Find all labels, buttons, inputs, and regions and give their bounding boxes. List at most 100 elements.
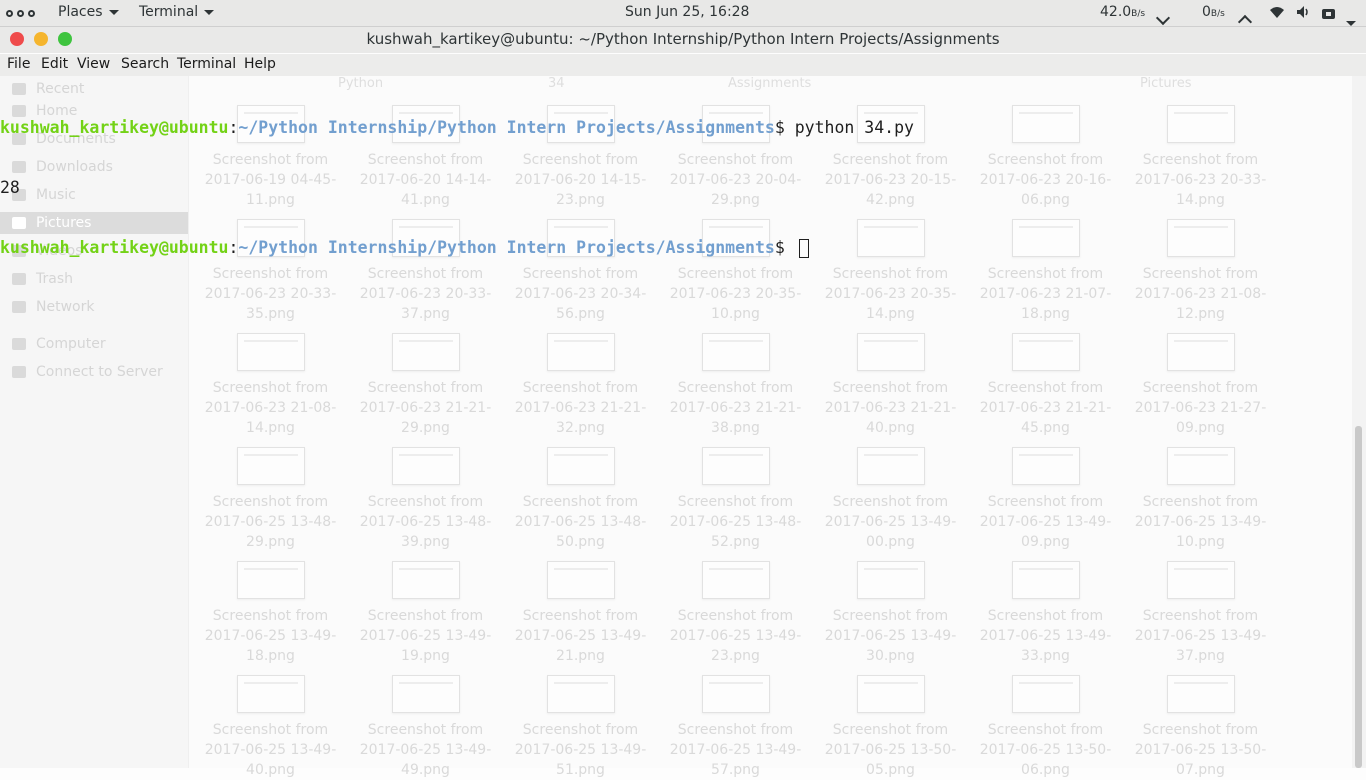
file-item[interactable]: Screenshot from 2017-06-25 13-49- 37.png — [1123, 561, 1278, 666]
file-name-line: Screenshot from — [522, 494, 639, 510]
file-name-line: Screenshot from — [212, 722, 329, 738]
file-thumbnail — [701, 333, 770, 371]
file-thumbnail — [236, 675, 305, 713]
activities-dots-icon[interactable] — [6, 0, 35, 26]
file-item[interactable]: Screenshot from 2017-06-25 13-49- 19.png — [348, 561, 503, 666]
file-thumbnail — [1011, 561, 1080, 599]
file-item[interactable]: Screenshot from 2017-06-25 13-49- 49.png — [348, 675, 503, 780]
menu-edit[interactable]: Edit — [41, 56, 68, 72]
file-name-line: 33.png — [1021, 648, 1070, 664]
net-up-speed: 0B/s — [1202, 0, 1225, 26]
file-item[interactable]: Screenshot from 2017-06-23 20-33- 14.png — [1123, 105, 1278, 210]
file-item[interactable]: Screenshot from 2017-06-25 13-49- 23.png — [658, 561, 813, 666]
file-name-line: Screenshot from — [522, 380, 639, 396]
file-item[interactable]: Screenshot from 2017-06-25 13-49- 30.png — [813, 561, 968, 666]
file-item[interactable]: Screenshot from 2017-06-23 21-21- 45.png — [968, 333, 1123, 438]
file-name-line: 00.png — [866, 534, 915, 550]
menu-help[interactable]: Help — [244, 56, 276, 72]
file-name-line: 30.png — [866, 648, 915, 664]
file-item[interactable]: Screenshot from 2017-06-23 21-21- 38.png — [658, 333, 813, 438]
file-item[interactable]: Screenshot from 2017-06-25 13-49- 10.png — [1123, 447, 1278, 552]
menu-view[interactable]: View — [77, 56, 110, 72]
file-thumbnail — [391, 561, 460, 599]
window-titlebar[interactable]: kushwah_kartikey@ubuntu: ~/Python Intern… — [0, 27, 1366, 53]
scrollbar-thumb[interactable] — [1355, 426, 1362, 768]
file-name-line: 10.png — [1176, 534, 1225, 550]
file-item[interactable]: Screenshot from 2017-06-25 13-48- 39.png — [348, 447, 503, 552]
menu-bar: File Edit View Search Terminal Help — [0, 54, 1366, 76]
file-item[interactable]: Screenshot from 2017-06-25 13-49- 09.png — [968, 447, 1123, 552]
window-title: kushwah_kartikey@ubuntu: ~/Python Intern… — [366, 30, 1000, 48]
file-name-line: 12.png — [1176, 306, 1225, 322]
file-name-line: Screenshot from — [212, 494, 329, 510]
file-name-line: Screenshot from — [987, 152, 1104, 168]
file-item[interactable]: Screenshot from 2017-06-23 21-08- 12.png — [1123, 219, 1278, 324]
file-name-line: 05.png — [866, 762, 915, 778]
file-item[interactable]: Screenshot from 2017-06-25 13-49- 00.png — [813, 447, 968, 552]
file-item[interactable]: Screenshot from 2017-06-23 21-21- 40.png — [813, 333, 968, 438]
file-name-line: 50.png — [556, 534, 605, 550]
file-thumbnail — [701, 447, 770, 485]
file-name-line: Screenshot from — [1142, 152, 1259, 168]
terminal-line-command: kushwah_kartikey@ubuntu:~/Python Interns… — [0, 118, 914, 138]
terminal-output[interactable]: kushwah_kartikey@ubuntu:~/Python Interns… — [0, 78, 914, 278]
command-text: python 34.py — [794, 118, 914, 137]
file-name-line: 2017-06-23 21-08- — [204, 400, 337, 416]
file-name-line: 2017-06-25 13-49- — [979, 514, 1112, 530]
menu-terminal[interactable]: Terminal — [177, 56, 236, 72]
file-name-line: 2017-06-25 13-49- — [669, 742, 802, 758]
file-name-line: 2017-06-23 20-35- — [824, 286, 957, 302]
app-menu-caret-icon — [204, 9, 215, 15]
file-item[interactable]: Screenshot from 2017-06-23 21-21- 32.png — [503, 333, 658, 438]
sidebar-item-computer[interactable]: Computer — [12, 333, 106, 355]
file-item[interactable]: Screenshot from 2017-06-25 13-50- 07.png — [1123, 675, 1278, 780]
file-item[interactable]: Screenshot from 2017-06-25 13-50- 06.png — [968, 675, 1123, 780]
menu-file[interactable]: File — [7, 56, 30, 72]
prompt-end: $ — [774, 238, 795, 257]
file-item[interactable]: Screenshot from 2017-06-25 13-49- 21.png — [503, 561, 658, 666]
file-item[interactable]: Screenshot from 2017-06-25 13-49- 57.png — [658, 675, 813, 780]
places-caret-icon — [108, 9, 119, 15]
file-name-line: 52.png — [711, 534, 760, 550]
sidebar-item-network[interactable]: Network — [12, 296, 94, 318]
sidebar-item-label: Connect to Server — [36, 364, 163, 380]
file-item[interactable]: Screenshot from 2017-06-25 13-49- 18.png — [193, 561, 348, 666]
file-item[interactable]: Screenshot from 2017-06-23 21-27- 09.png — [1123, 333, 1278, 438]
file-item[interactable]: Screenshot from 2017-06-25 13-49- 33.png — [968, 561, 1123, 666]
file-item[interactable]: Screenshot from 2017-06-25 13-48- 52.png — [658, 447, 813, 552]
file-name-line: 18.png — [1021, 306, 1070, 322]
file-item[interactable]: Screenshot from 2017-06-23 21-08- 14.png — [193, 333, 348, 438]
file-name-line: 37.png — [1176, 648, 1225, 664]
clock[interactable]: Sun Jun 25, 16:28 — [625, 0, 749, 26]
places-menu[interactable]: Places — [58, 0, 119, 26]
file-item[interactable]: Screenshot from 2017-06-25 13-49- 51.png — [503, 675, 658, 780]
background-tab[interactable]: Pictures — [1140, 76, 1191, 91]
file-item[interactable]: Screenshot from 2017-06-23 21-07- 18.png — [968, 219, 1123, 324]
file-name-line: 40.png — [246, 762, 295, 778]
file-item[interactable]: Screenshot from 2017-06-23 20-16- 06.png — [968, 105, 1123, 210]
prompt-end: $ — [774, 118, 795, 137]
sidebar-item-icon — [12, 366, 26, 378]
file-item[interactable]: Screenshot from 2017-06-25 13-48- 29.png — [193, 447, 348, 552]
system-menu-caret-icon[interactable] — [1346, 11, 1356, 26]
file-name-line: 19.png — [401, 648, 450, 664]
scrollbar-track[interactable] — [1352, 76, 1366, 768]
wifi-icon[interactable] — [1268, 3, 1286, 29]
file-name-line: 2017-06-25 13-49- — [1134, 628, 1267, 644]
file-name-line: 49.png — [401, 762, 450, 778]
sidebar-item-connect-to-server[interactable]: Connect to Server — [12, 361, 163, 383]
app-menu[interactable]: Terminal — [139, 0, 215, 26]
file-item[interactable]: Screenshot from 2017-06-23 21-21- 29.png — [348, 333, 503, 438]
file-name-line: 2017-06-25 13-49- — [669, 628, 802, 644]
file-item[interactable]: Screenshot from 2017-06-25 13-49- 40.png — [193, 675, 348, 780]
file-item[interactable]: Screenshot from 2017-06-25 13-50- 05.png — [813, 675, 968, 780]
file-name-line: Screenshot from — [367, 380, 484, 396]
menu-search[interactable]: Search — [121, 56, 169, 72]
file-thumbnail — [856, 561, 925, 599]
sidebar-item-label: Network — [36, 299, 95, 315]
file-thumbnail — [1011, 105, 1080, 143]
file-name-line: 21.png — [556, 648, 605, 664]
file-name-line: 2017-06-23 20-35- — [669, 286, 802, 302]
file-item[interactable]: Screenshot from 2017-06-25 13-48- 50.png — [503, 447, 658, 552]
file-name-line: 14.png — [246, 420, 295, 436]
